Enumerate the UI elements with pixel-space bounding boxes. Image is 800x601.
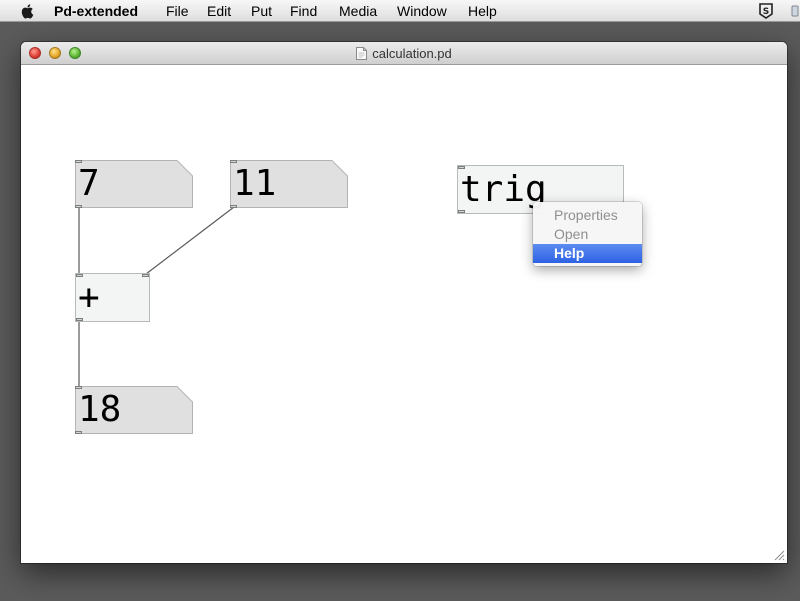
number-box-7-inlet[interactable] xyxy=(75,160,82,163)
menu-window[interactable]: Window xyxy=(397,3,447,19)
number-box-11-inlet[interactable] xyxy=(230,160,237,163)
plus-object-outlet[interactable] xyxy=(76,318,83,321)
number-box-result[interactable]: 18 xyxy=(75,386,193,434)
trigger-object-inlet[interactable] xyxy=(458,166,465,169)
menu-help[interactable]: Help xyxy=(468,3,497,19)
menu-put[interactable]: Put xyxy=(251,3,272,19)
context-menu-open[interactable]: Open xyxy=(533,225,642,244)
menu-find[interactable]: Find xyxy=(290,3,317,19)
svg-text:S: S xyxy=(763,7,769,17)
patch-canvas[interactable]: 7 11 + 18 trig Properties Open Help xyxy=(21,65,787,563)
trigger-object-outlet[interactable] xyxy=(458,210,465,213)
window-title-group: calculation.pd xyxy=(21,42,787,65)
number-box-11[interactable]: 11 xyxy=(230,160,348,208)
number-box-result-outlet[interactable] xyxy=(75,431,82,434)
number-box-11-outlet[interactable] xyxy=(230,205,237,208)
apple-logo-icon[interactable] xyxy=(19,2,37,20)
resize-grip-icon[interactable] xyxy=(774,550,785,561)
cord-11-to-plus-right xyxy=(145,206,235,275)
script-s-icon[interactable]: S xyxy=(757,2,775,20)
number-box-result-inlet[interactable] xyxy=(75,386,82,389)
menu-edit[interactable]: Edit xyxy=(207,3,231,19)
menu-app-name[interactable]: Pd-extended xyxy=(54,3,138,19)
plus-object-left-inlet[interactable] xyxy=(76,274,83,277)
number-box-7[interactable]: 7 xyxy=(75,160,193,208)
pd-document-icon[interactable] xyxy=(356,47,368,60)
context-menu: Properties Open Help xyxy=(533,202,642,266)
number-box-result-value: 18 xyxy=(78,389,122,430)
patch-window: calculation.pd 7 11 + 18 trig Properties… xyxy=(21,42,787,563)
menu-media[interactable]: Media xyxy=(339,3,377,19)
menu-overflow-icon xyxy=(791,5,799,17)
context-menu-properties[interactable]: Properties xyxy=(533,206,642,225)
plus-object-label: + xyxy=(78,277,100,318)
window-title: calculation.pd xyxy=(372,46,452,61)
number-box-11-value: 11 xyxy=(233,163,277,204)
number-box-7-outlet[interactable] xyxy=(75,205,82,208)
plus-object[interactable]: + xyxy=(75,273,150,322)
menu-file[interactable]: File xyxy=(166,3,189,19)
menu-bar: Pd-extended File Edit Put Find Media Win… xyxy=(0,0,800,22)
number-box-7-value: 7 xyxy=(78,163,100,204)
window-titlebar[interactable]: calculation.pd xyxy=(21,42,787,65)
context-menu-help[interactable]: Help xyxy=(533,244,642,263)
plus-object-right-inlet[interactable] xyxy=(142,274,149,277)
